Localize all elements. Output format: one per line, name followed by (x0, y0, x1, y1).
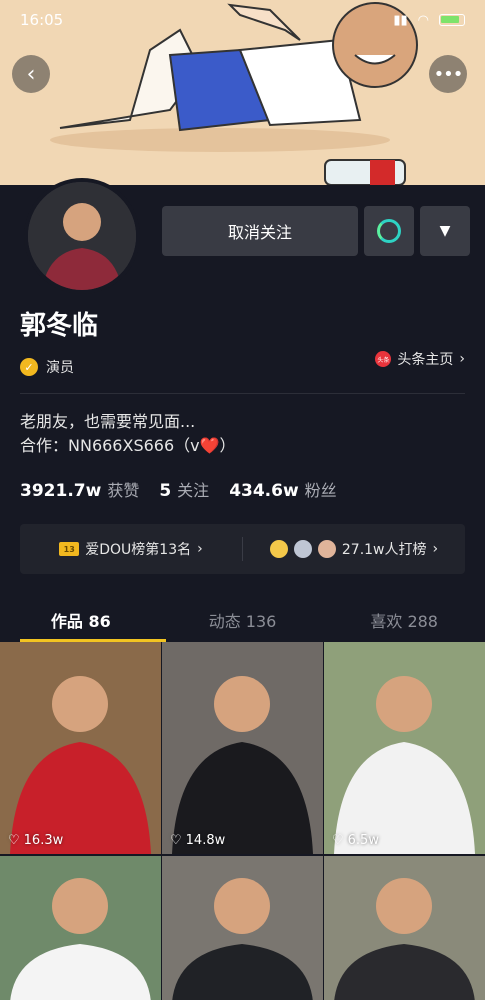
video-thumbnail[interactable] (0, 856, 161, 1000)
profile-bio: 老朋友，也需要常见面... 合作：NN666XS666（v❤️） (20, 410, 236, 458)
crown-icon: 13 (59, 542, 80, 556)
divider (20, 393, 465, 394)
stat-label: 获赞 (107, 481, 140, 500)
stat-likes[interactable]: 3921.7w 获赞 (20, 477, 139, 501)
video-thumbnail[interactable] (324, 856, 485, 1000)
unfollow-button[interactable]: 取消关注 (162, 206, 358, 256)
wifi-icon: ◠ (417, 12, 429, 28)
chevron-right-icon: › (432, 541, 439, 557)
avatar[interactable] (24, 178, 140, 294)
dou-rank-link[interactable]: 13 爱DOU榜第13名 › (20, 539, 242, 559)
fan-avatar-icon (269, 540, 288, 558)
message-ring-icon (377, 219, 401, 243)
chevron-right-icon: › (197, 541, 203, 557)
like-value: 6.5w (347, 833, 379, 848)
dropdown-button[interactable]: ▼ (420, 206, 470, 256)
video-image (162, 642, 323, 854)
profile-name: 郭冬临 (20, 311, 99, 341)
chevron-left-icon: ‹ (26, 61, 36, 87)
more-dots-icon: ••• (433, 63, 464, 85)
like-count: ♡ 16.3w (8, 833, 63, 848)
stat-value: 5 (159, 481, 172, 501)
verified-badge-icon: ✓ (20, 358, 38, 376)
tab-works[interactable]: 作品 86 (0, 598, 166, 642)
back-button[interactable]: ‹ (12, 55, 50, 93)
toutiao-logo-icon: 头条 (375, 351, 392, 367)
avatar-image (28, 182, 136, 290)
stat-label: 粉丝 (304, 481, 337, 500)
more-button[interactable]: ••• (429, 55, 467, 93)
heart-outline-icon: ♡ (170, 833, 182, 848)
like-value: 16.3w (23, 833, 64, 848)
video-thumbnail[interactable]: ♡ 14.8w (162, 642, 323, 854)
fan-avatar-icon (293, 540, 312, 558)
like-value: 14.8w (185, 833, 226, 848)
profile-stats: 3921.7w 获赞 5 关注 434.6w 粉丝 (20, 477, 337, 501)
stat-value: 3921.7w (20, 481, 102, 501)
heart-outline-icon: ♡ (8, 833, 20, 848)
stat-value: 434.6w (229, 481, 299, 501)
status-time: 16:05 (20, 11, 64, 29)
message-button[interactable] (364, 206, 414, 256)
triangle-down-icon: ▼ (439, 223, 451, 239)
profile-actions: 取消关注 ▼ (162, 206, 470, 256)
toutiao-label: 头条主页 (397, 352, 454, 368)
content-tabs: 作品 86 动态 136 喜欢 288 (0, 598, 485, 642)
dou-rank-label: 爱DOU榜第13名 (85, 542, 192, 558)
bio-line-1: 老朋友，也需要常见面... (20, 412, 196, 431)
battery-icon (439, 14, 465, 26)
chevron-right-icon: › (459, 351, 465, 367)
video-grid: ♡ 16.3w ♡ 14.8w ♡ 6.5w (0, 642, 485, 1000)
video-image (324, 856, 485, 1000)
fan-rank-label: 27.1w人打榜 (341, 542, 427, 558)
video-image (0, 642, 161, 854)
stat-followers[interactable]: 434.6w 粉丝 (229, 477, 337, 501)
stat-label: 关注 (177, 481, 210, 500)
bio-line-2: 合作：NN666XS666（v❤️） (20, 436, 236, 455)
fan-avatar-icon (317, 540, 336, 558)
status-bar: 16:05 ▮▮ ◠ (0, 0, 485, 40)
role-label: 演员 (46, 360, 74, 376)
tab-likes[interactable]: 喜欢 288 (323, 598, 485, 642)
video-thumbnail[interactable] (162, 856, 323, 1000)
tab-dynamic[interactable]: 动态 136 (162, 598, 324, 642)
like-count: ♡ 14.8w (170, 833, 225, 848)
video-thumbnail[interactable]: ♡ 6.5w (324, 642, 485, 854)
signal-icon: ▮▮ (393, 12, 408, 28)
stat-following[interactable]: 5 关注 (159, 477, 209, 501)
video-image (324, 642, 485, 854)
rank-bar: 13 爱DOU榜第13名 › 27.1w人打榜 › (20, 524, 465, 574)
status-icons: ▮▮ ◠ (393, 13, 465, 28)
video-thumbnail[interactable]: ♡ 16.3w (0, 642, 161, 854)
profile-role: ✓ 演员 (20, 357, 74, 377)
video-image (162, 856, 323, 1000)
heart-outline-icon: ♡ (332, 833, 344, 848)
toutiao-link[interactable]: 头条 头条主页 › (375, 349, 465, 369)
video-image (0, 856, 161, 1000)
fan-rank-link[interactable]: 27.1w人打榜 › (243, 539, 465, 559)
like-count: ♡ 6.5w (332, 833, 379, 848)
